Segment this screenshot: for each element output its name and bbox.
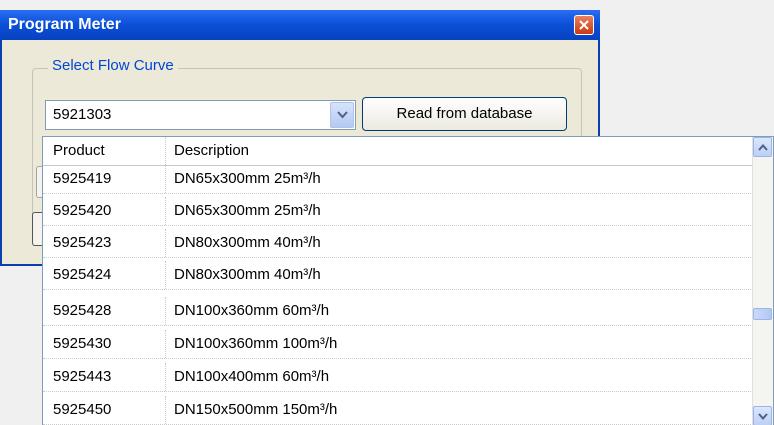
combobox-dropdown-button[interactable] [330, 102, 354, 128]
vertical-scrollbar[interactable] [752, 137, 773, 425]
read-from-database-button[interactable]: Read from database [362, 97, 567, 131]
close-button[interactable] [574, 15, 594, 35]
window-title: Program Meter [8, 16, 121, 33]
list-item[interactable]: 5925450 DN150x500mm 150m³/h [43, 396, 755, 425]
description-cell: DN65x300mm 25m³/h [174, 170, 321, 187]
product-cell: 5925419 [43, 165, 166, 193]
column-header-product[interactable]: Product [43, 137, 166, 165]
description-cell: DN80x300mm 40m³/h [174, 266, 321, 283]
product-cell: 5925420 [43, 197, 166, 225]
table-header-row: Product Description [43, 137, 755, 166]
column-header-description[interactable]: Description [166, 137, 755, 165]
groupbox-title: Select Flow Curve [48, 57, 178, 74]
description-cell: DN150x500mm 150m³/h [174, 401, 338, 418]
list-item[interactable]: 5925428 DN100x360mm 60m³/h [43, 297, 755, 326]
scrollbar-thumb[interactable] [753, 308, 772, 320]
flow-curve-combobox[interactable]: 5921303 [45, 100, 356, 130]
close-icon [579, 20, 589, 30]
list-item[interactable]: 5925420 DN65x300mm 25m³/h [43, 197, 755, 226]
list-item[interactable]: 5925423 DN80x300mm 40m³/h [43, 229, 755, 258]
product-cell: 5925430 [43, 330, 166, 358]
product-cell: 5925423 [43, 229, 166, 257]
product-cell: 5925428 [43, 297, 166, 325]
combobox-value: 5921303 [53, 106, 112, 123]
list-item[interactable]: 5925424 DN80x300mm 40m³/h [43, 261, 755, 290]
scroll-down-button[interactable] [753, 406, 772, 425]
list-item[interactable]: 5925430 DN100x360mm 100m³/h [43, 330, 755, 359]
description-cell: DN100x360mm 60m³/h [174, 302, 330, 319]
description-cell: DN80x300mm 40m³/h [174, 234, 321, 251]
flow-curve-dropdown-list[interactable]: Product Description 5925419 DN65x300mm 2… [42, 136, 774, 425]
product-cell: 5925424 [43, 261, 166, 289]
description-cell: DN100x400mm 60m³/h [174, 368, 330, 385]
window-titlebar[interactable]: Program Meter [0, 10, 600, 40]
description-cell: DN100x360mm 100m³/h [174, 335, 338, 352]
chevron-down-icon [758, 413, 768, 420]
chevron-down-icon [337, 111, 348, 119]
list-item[interactable]: 5925419 DN65x300mm 25m³/h [43, 165, 755, 194]
scroll-up-button[interactable] [753, 137, 772, 157]
product-cell: 5925450 [43, 396, 166, 424]
description-cell: DN65x300mm 25m³/h [174, 202, 321, 219]
list-item[interactable]: 5925443 DN100x400mm 60m³/h [43, 363, 755, 392]
chevron-up-icon [758, 144, 768, 151]
product-cell: 5925443 [43, 363, 166, 391]
